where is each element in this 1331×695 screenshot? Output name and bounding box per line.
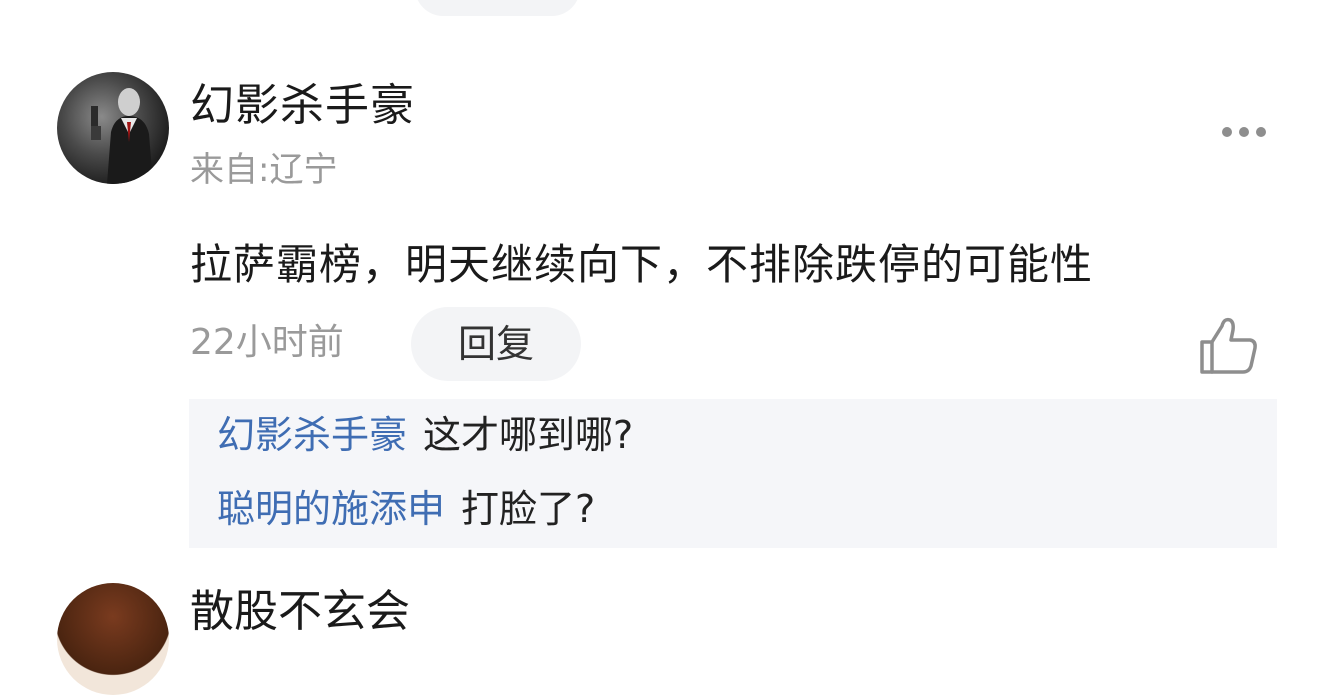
thumbs-up-icon[interactable]	[1196, 314, 1260, 378]
avatar-image	[91, 88, 153, 184]
reply-text: 打脸了?	[461, 487, 596, 531]
next-comment-avatar[interactable]	[57, 583, 169, 695]
avatar[interactable]	[57, 72, 169, 184]
comment-text: 拉萨霸榜，明天继续向下，不排除跌停的可能性	[190, 240, 1094, 289]
reply-text: 这才哪到哪?	[423, 413, 634, 457]
comment-location: 来自:辽宁	[190, 150, 338, 190]
reply-author[interactable]: 聪明的施添申	[217, 487, 445, 531]
reply-item[interactable]: 幻影杀手豪 这才哪到哪?	[217, 409, 633, 461]
replies-box: 幻影杀手豪 这才哪到哪? 聪明的施添申 打脸了?	[189, 399, 1277, 548]
comment-username[interactable]: 幻影杀手豪	[190, 78, 415, 134]
reply-item[interactable]: 聪明的施添申 打脸了?	[217, 483, 595, 535]
previous-thumbs-up-icon[interactable]	[1202, 0, 1254, 6]
reply-button[interactable]: 回复	[411, 307, 581, 381]
reply-author[interactable]: 幻影杀手豪	[217, 413, 407, 457]
next-comment-username[interactable]: 散股不玄会	[190, 584, 410, 640]
more-icon[interactable]	[1212, 112, 1276, 152]
comment-timestamp: 22小时前	[190, 322, 344, 363]
previous-reply-button[interactable]	[415, 0, 580, 16]
